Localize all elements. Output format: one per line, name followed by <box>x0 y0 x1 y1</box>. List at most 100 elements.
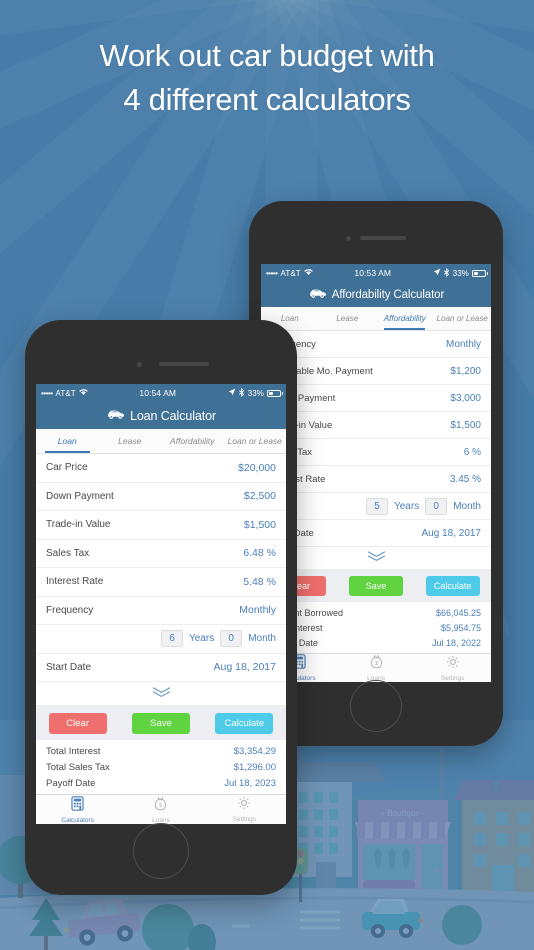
battery-icon <box>472 269 488 277</box>
term-months-input[interactable]: 0 <box>425 497 448 515</box>
tabbar-item-settings[interactable]: Settings <box>414 654 491 682</box>
start-date-label: Start Date <box>46 661 92 673</box>
carrier-label: AT&T <box>280 268 301 278</box>
term-months-unit: Month <box>248 633 276 645</box>
result-value: $1,296.00 <box>233 761 276 773</box>
field-label: Interest Rate <box>46 576 104 588</box>
bluetooth-icon <box>238 387 245 399</box>
result-value: $66,045.25 <box>435 607 481 618</box>
calculator-icon <box>71 795 84 816</box>
field-value[interactable]: 6.48 % <box>243 547 276 559</box>
battery-percent: 33% <box>452 268 469 278</box>
tab-lease[interactable]: Lease <box>319 307 377 330</box>
earpiece-speaker <box>360 236 406 240</box>
headline-line-2: 4 different calculators <box>123 82 411 117</box>
calculate-button[interactable]: Calculate <box>425 576 480 596</box>
start-date-value[interactable]: Aug 18, 2017 <box>422 528 482 539</box>
result-value: Jul 18, 2023 <box>224 777 276 789</box>
field-label: Sales Tax <box>46 547 90 559</box>
tab-strip: Loan Lease Affordability Loan or Lease <box>36 429 286 454</box>
gear-icon <box>446 655 460 674</box>
nav-title: Loan Calculator <box>129 408 217 423</box>
double-chevron-down-icon[interactable] <box>152 685 171 703</box>
result-value: Jul 18, 2022 <box>431 637 481 648</box>
battery-icon <box>267 389 283 397</box>
field-row[interactable]: Down Payment $2,500 <box>36 483 286 511</box>
svg-text:$: $ <box>159 803 162 809</box>
tab-strip: Loan Lease Affordability Loan or Lease <box>261 307 491 331</box>
field-label: Trade-in Value <box>46 519 111 531</box>
navigation-bar: Affordability Calculator <box>261 282 491 307</box>
tabbar-item-loans[interactable]: $ Loans <box>338 654 415 682</box>
front-camera-icon <box>137 362 142 367</box>
field-value[interactable]: 3.45 % <box>450 474 481 485</box>
phone-front: ••••• AT&T 10:54 AM 33% Loan Calculator Loan L… <box>25 320 297 895</box>
wifi-icon <box>304 268 313 278</box>
term-years-unit: Years <box>393 500 420 512</box>
result-label: Total Sales Tax <box>46 761 110 773</box>
carrier-label: AT&T <box>55 388 76 398</box>
field-value[interactable]: 6 % <box>464 447 481 458</box>
bluetooth-icon <box>443 267 450 279</box>
bottom-tab-bar: Calculators $ Loans Settings <box>36 794 286 824</box>
field-row[interactable]: Interest Rate 5.48 % <box>36 568 286 597</box>
field-value[interactable]: $1,500 <box>244 519 276 531</box>
clear-button[interactable]: Clear <box>48 712 107 734</box>
field-list: Car Price $20,000 Down Payment $2,500 Trade-… <box>36 454 286 706</box>
status-time: 10:53 AM <box>354 268 392 278</box>
save-button[interactable]: Save <box>131 712 190 734</box>
car-icon <box>106 407 125 425</box>
term-row[interactable]: 6 Years 0 Month <box>36 625 286 654</box>
term-months-input[interactable]: 0 <box>220 630 243 648</box>
term-years-input[interactable]: 6 <box>160 630 183 648</box>
expand-more-row[interactable] <box>36 682 286 706</box>
phone-front-screen: ••••• AT&T 10:54 AM 33% Loan Calculator Loan L… <box>36 384 286 824</box>
result-label: Total Interest <box>46 745 101 757</box>
field-value[interactable]: $20,000 <box>238 462 276 474</box>
home-button[interactable] <box>133 823 189 879</box>
term-months-unit: Month <box>453 500 481 512</box>
double-chevron-down-icon[interactable] <box>367 549 386 567</box>
field-row[interactable]: Car Price $20,000 <box>36 454 286 483</box>
field-value[interactable]: $1,500 <box>450 420 481 431</box>
money-bag-icon: $ <box>370 654 383 674</box>
start-date-value[interactable]: Aug 18, 2017 <box>214 661 276 673</box>
field-value[interactable]: 5.48 % <box>243 576 276 588</box>
field-value[interactable]: $3,000 <box>450 393 481 404</box>
tab-loan-or-lease[interactable]: Loan or Lease <box>434 307 492 330</box>
result-value: $5,954.75 <box>440 622 481 633</box>
tab-affordability[interactable]: Affordability <box>376 307 434 330</box>
nav-title: Affordability Calculator <box>331 288 445 301</box>
navigation-bar: Loan Calculator <box>36 402 286 429</box>
tabbar-label: Calculators <box>61 816 94 824</box>
field-value[interactable]: $2,500 <box>244 490 276 502</box>
tabbar-item-loans[interactable]: $ Loans <box>119 795 202 824</box>
tab-affordability[interactable]: Affordability <box>161 429 224 453</box>
field-row[interactable]: Frequency Monthly <box>36 597 286 625</box>
field-value[interactable]: Monthly <box>446 339 481 350</box>
term-years-input[interactable]: 5 <box>365 497 388 515</box>
tabbar-item-settings[interactable]: Settings <box>203 795 286 824</box>
field-row[interactable]: Sales Tax 6.48 % <box>36 540 286 568</box>
field-row[interactable]: Trade-in Value $1,500 <box>36 511 286 540</box>
car-icon <box>308 286 327 304</box>
action-bar: Clear Save Calculate <box>36 706 286 740</box>
tabbar-item-calculators[interactable]: Calculators <box>36 795 119 824</box>
result-label: Payoff Date <box>46 777 96 789</box>
save-button[interactable]: Save <box>348 576 403 596</box>
headline-line-1: Work out car budget with <box>99 38 435 73</box>
start-date-row[interactable]: Start Date Aug 18, 2017 <box>36 654 286 682</box>
tab-loan[interactable]: Loan <box>36 429 99 453</box>
field-value[interactable]: Monthly <box>239 604 276 616</box>
tab-lease[interactable]: Lease <box>99 429 162 453</box>
earpiece-speaker <box>159 362 209 366</box>
results-panel: Total Interest $3,354.29 Total Sales Tax $1… <box>36 740 286 793</box>
home-button[interactable] <box>350 680 402 732</box>
field-label: Frequency <box>46 604 94 616</box>
battery-percent: 33% <box>247 388 264 398</box>
calculate-button[interactable]: Calculate <box>215 712 274 734</box>
wifi-icon <box>79 388 88 398</box>
tab-loan-or-lease[interactable]: Loan or Lease <box>224 429 287 453</box>
gear-icon <box>237 796 251 815</box>
field-value[interactable]: $1,200 <box>450 366 481 377</box>
